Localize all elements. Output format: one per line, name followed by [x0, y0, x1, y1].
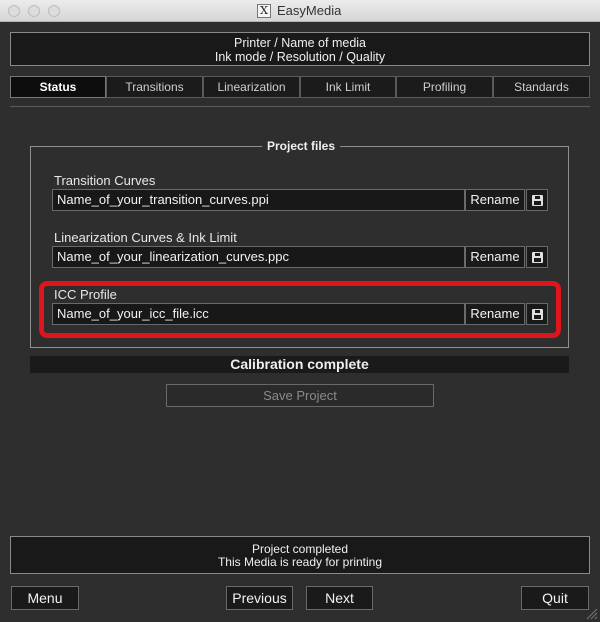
- rename-linearization-button[interactable]: Rename: [465, 246, 525, 268]
- tab-bar: Status Transitions Linearization Ink Lim…: [10, 76, 590, 98]
- media-header-line1: Printer / Name of media: [234, 36, 366, 50]
- calibration-status: Calibration complete: [30, 356, 569, 373]
- media-header: Printer / Name of media Ink mode / Resol…: [10, 32, 590, 66]
- minimize-window-button[interactable]: [28, 5, 40, 17]
- window-title: EasyMedia: [277, 3, 342, 18]
- floppy-disk-icon: [532, 252, 543, 263]
- icc-profile-highlight: [39, 281, 561, 338]
- tab-linearization[interactable]: Linearization: [203, 76, 300, 98]
- quit-button[interactable]: Quit: [521, 586, 589, 610]
- zoom-window-button[interactable]: [48, 5, 60, 17]
- previous-button[interactable]: Previous: [226, 586, 293, 610]
- project-status-line2: This Media is ready for printing: [217, 555, 383, 569]
- save-project-button[interactable]: Save Project: [166, 384, 434, 407]
- resize-grip-icon[interactable]: [586, 608, 598, 620]
- rename-transition-button[interactable]: Rename: [465, 189, 525, 211]
- tab-transitions[interactable]: Transitions: [106, 76, 203, 98]
- menu-button[interactable]: Menu: [11, 586, 79, 610]
- transition-curves-label: Transition Curves: [54, 173, 156, 188]
- tab-profiling[interactable]: Profiling: [396, 76, 493, 98]
- divider: [10, 106, 590, 107]
- app-icon: X: [257, 4, 271, 18]
- transition-curves-field[interactable]: Name_of_your_transition_curves.ppi: [52, 189, 465, 211]
- linearization-curves-field[interactable]: Name_of_your_linearization_curves.ppc: [52, 246, 465, 268]
- close-window-button[interactable]: [8, 5, 20, 17]
- next-button[interactable]: Next: [306, 586, 373, 610]
- floppy-disk-icon: [532, 195, 543, 206]
- project-files-title: Project files: [262, 139, 341, 153]
- media-header-line2: Ink mode / Resolution / Quality: [214, 50, 386, 64]
- tab-ink-limit[interactable]: Ink Limit: [300, 76, 396, 98]
- window-titlebar: X EasyMedia: [0, 0, 600, 22]
- save-transition-button[interactable]: [526, 189, 548, 211]
- linearization-curves-label: Linearization Curves & Ink Limit: [54, 230, 237, 245]
- tab-standards[interactable]: Standards: [493, 76, 590, 98]
- save-linearization-button[interactable]: [526, 246, 548, 268]
- tab-status[interactable]: Status: [10, 76, 106, 98]
- project-status-panel: Project completed This Media is ready fo…: [10, 536, 590, 574]
